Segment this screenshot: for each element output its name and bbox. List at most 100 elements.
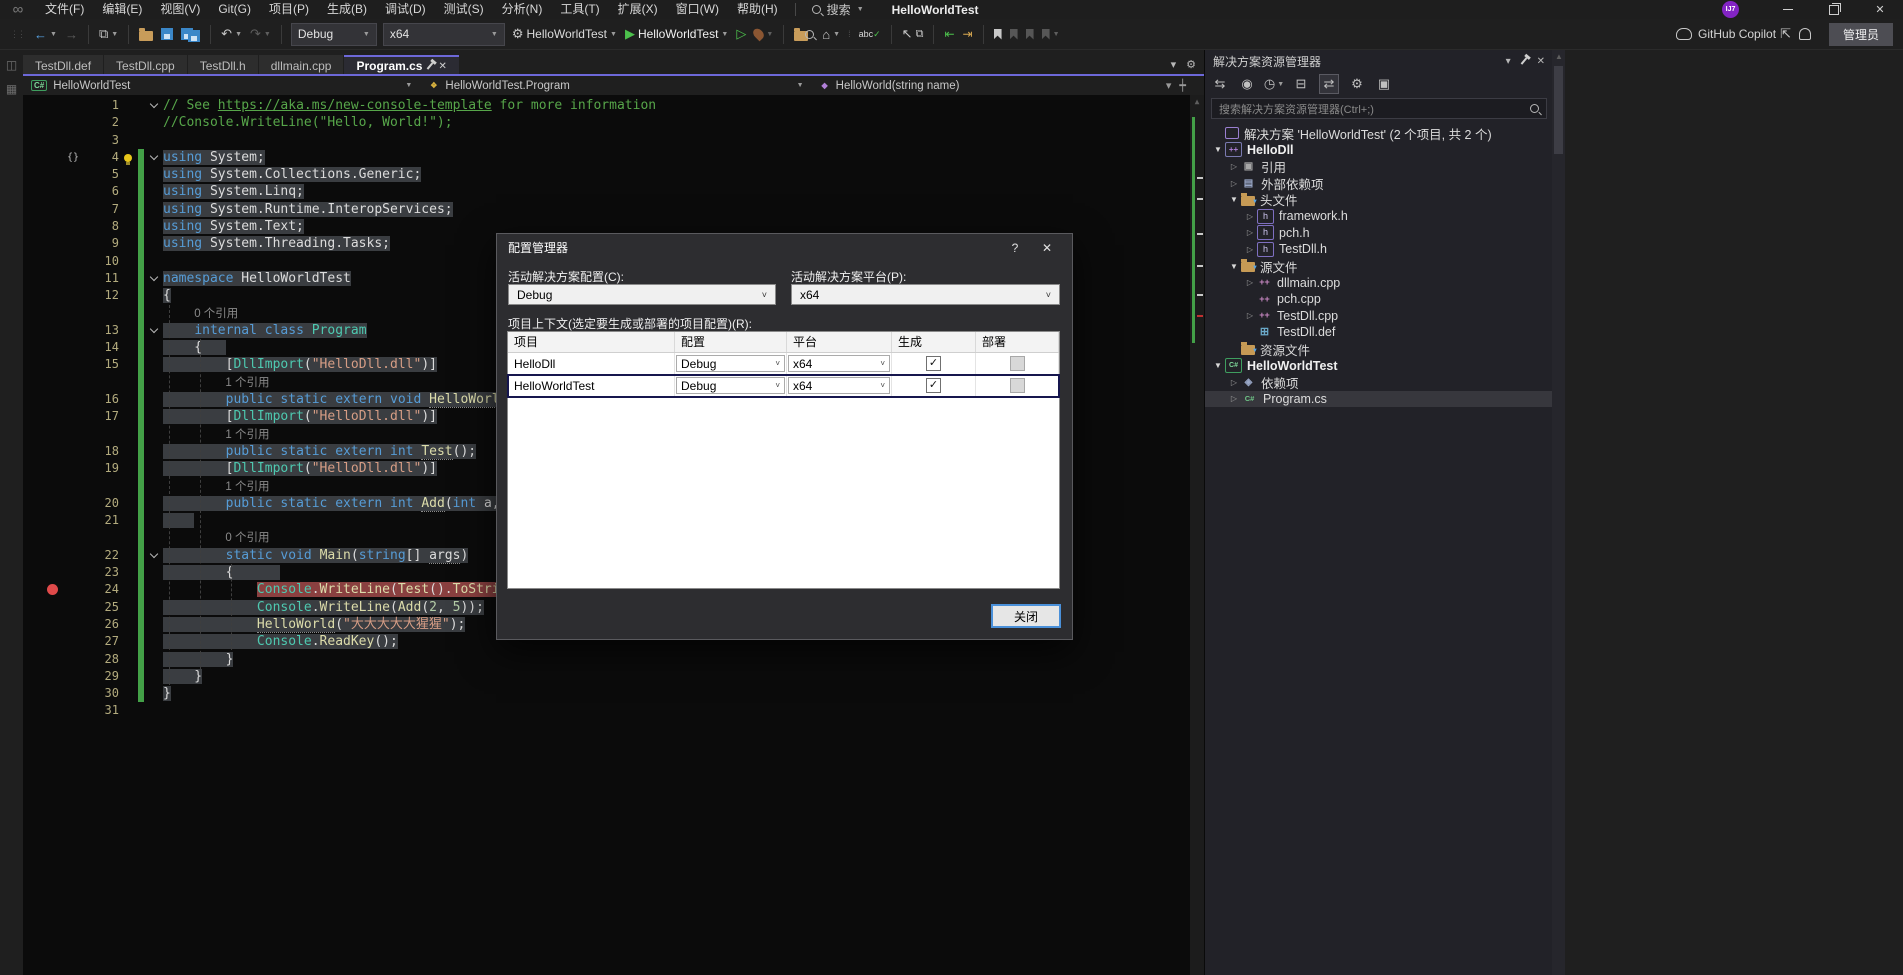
project-config-select[interactable]: Debug˅ xyxy=(676,377,785,394)
next-bookmark-button[interactable] xyxy=(1022,22,1038,46)
breadcrumb-member[interactable]: ◆ HelloWorld(string name) xyxy=(812,76,1166,95)
code-text[interactable]: //Console.WriteLine("Hello, World!"); xyxy=(163,114,453,131)
expand-arrow-icon[interactable]: ▷ xyxy=(1243,212,1257,221)
fold-margin[interactable] xyxy=(145,253,163,270)
sync-with-active-document-icon[interactable]: ⇄ xyxy=(1319,74,1339,94)
save-all-button[interactable] xyxy=(177,22,204,46)
code-text[interactable]: using System.Linq; xyxy=(163,183,304,200)
grid-column-header[interactable]: 部署 xyxy=(976,332,1059,352)
github-copilot-button[interactable]: GitHub Copilot xyxy=(1676,27,1776,41)
build-checkbox[interactable]: ✓ xyxy=(926,378,941,393)
expand-arrow-icon[interactable]: ▷ xyxy=(1243,311,1257,320)
fold-chevron-icon[interactable] xyxy=(150,273,158,281)
breakpoint-margin[interactable] xyxy=(47,599,63,616)
tab-dllmain.cpp[interactable]: dllmain.cpp xyxy=(259,55,344,74)
breakpoint-margin[interactable] xyxy=(47,547,63,564)
expand-arrow-icon[interactable]: ▷ xyxy=(1227,394,1241,403)
dialog-title-bar[interactable]: 配置管理器 ? ✕ xyxy=(497,234,1072,261)
save-button[interactable] xyxy=(157,22,177,46)
navigate-forward-button[interactable]: → xyxy=(61,22,82,46)
close-button[interactable]: ✕ xyxy=(1857,0,1903,19)
breakpoint-margin[interactable] xyxy=(47,668,63,685)
scrollbar-thumb[interactable] xyxy=(1554,66,1563,154)
tree-item-TestDll.cpp[interactable]: ▷++TestDll.cpp xyxy=(1205,308,1553,325)
window-position-icon[interactable]: ▾ xyxy=(1506,56,1511,67)
fold-margin[interactable] xyxy=(145,478,163,495)
fold-margin[interactable] xyxy=(145,97,163,114)
breakpoint-margin[interactable] xyxy=(47,685,63,702)
breakpoint-margin[interactable] xyxy=(47,581,63,598)
clear-bookmarks-button[interactable]: ▼ xyxy=(1038,22,1064,46)
grid-column-header[interactable]: 项目 xyxy=(508,332,675,352)
collapse-arrow-icon[interactable]: ▼ xyxy=(1211,145,1225,154)
tree-item-外部依赖项[interactable]: ▷▤外部依赖项 xyxy=(1205,175,1553,192)
fold-margin[interactable] xyxy=(145,633,163,650)
fold-margin[interactable] xyxy=(145,581,163,598)
tab-TestDll.h[interactable]: TestDll.h xyxy=(188,55,258,74)
lightbulb-icon[interactable] xyxy=(124,154,132,162)
code-line-4[interactable]: {}4using System; xyxy=(23,149,1190,166)
menu-item[interactable]: 扩展(X) xyxy=(609,0,667,19)
solution-platforms-dropdown[interactable]: x64▼ xyxy=(383,23,505,46)
fold-margin[interactable] xyxy=(145,564,163,581)
code-text[interactable]: } xyxy=(163,685,171,702)
collapse-arrow-icon[interactable]: ▼ xyxy=(1227,195,1241,204)
minimize-button[interactable] xyxy=(1765,0,1811,19)
find-in-files-button[interactable] xyxy=(790,22,818,46)
tree-item-TestDll.def[interactable]: ⊞TestDll.def xyxy=(1205,324,1553,341)
breakpoint-margin[interactable] xyxy=(47,253,63,270)
fold-margin[interactable] xyxy=(145,702,163,719)
code-text[interactable]: 1 个引用 xyxy=(163,374,269,391)
dialog-help-button[interactable]: ? xyxy=(1001,234,1029,261)
navigate-back-button[interactable]: ←▼ xyxy=(30,22,61,46)
grid-column-header[interactable]: 平台 xyxy=(787,332,892,352)
breakpoint-margin[interactable] xyxy=(47,132,63,149)
tree-item-引用[interactable]: ▷▣引用 xyxy=(1205,158,1553,175)
code-text[interactable]: Console.WriteLine(Test().ToString()); xyxy=(163,581,547,598)
editor-scrollbar[interactable]: ▲ xyxy=(1190,95,1204,975)
code-text[interactable]: static void Main(string[] args) xyxy=(163,547,468,564)
breadcrumb-type[interactable]: ❖ HelloWorldTest.Program ▼ xyxy=(420,76,811,95)
fold-margin[interactable] xyxy=(145,495,163,512)
breakpoint-margin[interactable] xyxy=(47,270,63,287)
panel-close-icon[interactable]: ✕ xyxy=(1537,56,1545,67)
tree-item-解决方案 'HelloWorldTest' (2 个项目, 共 2 个)[interactable]: 解决方案 'HelloWorldTest' (2 个项目, 共 2 个) xyxy=(1205,125,1553,142)
code-line-30[interactable]: 30} xyxy=(23,685,1190,702)
document-list-icon[interactable]: ▾ xyxy=(1171,58,1177,71)
menu-item[interactable]: 窗口(W) xyxy=(667,0,728,19)
fold-margin[interactable] xyxy=(145,166,163,183)
menu-item[interactable]: 工具(T) xyxy=(551,0,608,19)
code-text[interactable]: Console.WriteLine(Add(2, 5)); xyxy=(163,599,484,616)
dialog-close-button[interactable]: 关闭 xyxy=(991,604,1061,628)
project-config-select[interactable]: Debug˅ xyxy=(676,355,785,372)
code-text[interactable]: namespace HelloWorldTest xyxy=(163,270,351,287)
code-text[interactable]: { xyxy=(163,287,171,304)
code-text[interactable]: public static extern int Test(); xyxy=(163,443,476,460)
breakpoint-margin[interactable] xyxy=(47,201,63,218)
code-text[interactable]: internal class Program xyxy=(163,322,367,339)
project-context-row[interactable]: HelloWorldTestDebug˅x64˅✓ xyxy=(508,375,1059,397)
breakpoint-margin[interactable] xyxy=(47,374,63,391)
explorer-scrollbar[interactable]: ▲ xyxy=(1552,50,1565,975)
menu-item[interactable]: 项目(P) xyxy=(260,0,318,19)
fold-margin[interactable] xyxy=(145,651,163,668)
breakpoint-margin[interactable] xyxy=(47,218,63,235)
fold-margin[interactable] xyxy=(145,512,163,529)
open-file-button[interactable] xyxy=(135,22,157,46)
tree-item-dllmain.cpp[interactable]: ▷++dllmain.cpp xyxy=(1205,274,1553,291)
fold-margin[interactable] xyxy=(145,547,163,564)
fold-margin[interactable] xyxy=(145,529,163,546)
project-name-cell[interactable]: HelloWorldTest xyxy=(508,375,675,396)
tree-item-TestDll.h[interactable]: ▷hTestDll.h xyxy=(1205,241,1553,258)
breakpoint-margin[interactable] xyxy=(47,356,63,373)
breakpoint-margin[interactable] xyxy=(47,529,63,546)
breakpoint-margin[interactable] xyxy=(47,512,63,529)
fold-margin[interactable] xyxy=(145,132,163,149)
collapse-arrow-icon[interactable]: ▼ xyxy=(1211,361,1225,370)
code-line-7[interactable]: 7using System.Runtime.InteropServices; xyxy=(23,201,1190,218)
code-text[interactable]: using System.Text; xyxy=(163,218,304,235)
fold-margin[interactable] xyxy=(145,426,163,443)
fold-margin[interactable] xyxy=(145,374,163,391)
breakpoint-margin[interactable] xyxy=(47,460,63,477)
toggle-bookmark-button[interactable] xyxy=(990,22,1006,46)
